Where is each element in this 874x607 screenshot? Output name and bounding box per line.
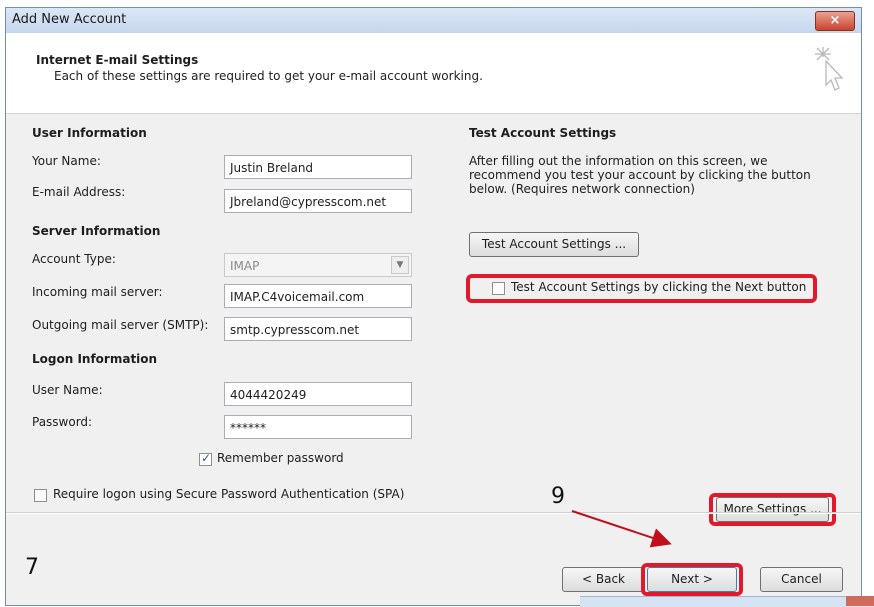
- add-account-dialog: Add New Account × Internet E-mail Settin…: [5, 7, 862, 606]
- window-title: Add New Account: [12, 12, 127, 27]
- account-type-label: Account Type:: [32, 252, 116, 266]
- next-button[interactable]: Next >: [647, 567, 737, 592]
- background-close-icon: [846, 596, 874, 606]
- incoming-server-label: Incoming mail server:: [32, 285, 163, 299]
- email-address-label: E-mail Address:: [32, 185, 126, 199]
- outgoing-server-field[interactable]: smtp.cypresscom.net: [224, 317, 412, 341]
- test-account-settings-button[interactable]: Test Account Settings ...: [469, 232, 639, 257]
- spa-checkbox[interactable]: [34, 489, 47, 502]
- test-on-next-label: Test Account Settings by clicking the Ne…: [511, 280, 807, 294]
- dialog-header: Internet E-mail Settings Each of these s…: [6, 33, 861, 114]
- page-title: Internet E-mail Settings: [36, 53, 199, 67]
- background-window-edge: [580, 596, 874, 607]
- incoming-server-field[interactable]: IMAP.C4voicemail.com: [224, 284, 412, 308]
- user-information-heading: User Information: [32, 126, 147, 140]
- account-type-select[interactable]: IMAP ▼: [224, 253, 412, 277]
- close-button[interactable]: ×: [815, 11, 855, 31]
- cancel-button[interactable]: Cancel: [760, 567, 843, 592]
- step-7-annotation: 7: [25, 555, 39, 580]
- logon-information-heading: Logon Information: [32, 352, 158, 366]
- back-button[interactable]: < Back: [562, 567, 645, 592]
- test-on-next-checkbox[interactable]: [492, 282, 505, 295]
- title-bar: Add New Account ×: [6, 8, 861, 33]
- account-type-value: IMAP: [230, 259, 260, 273]
- cursor-sparkle-icon: [815, 47, 844, 91]
- email-address-field[interactable]: Jbreland@cypresscom.net: [224, 189, 412, 213]
- user-name-label: User Name:: [32, 383, 103, 397]
- test-settings-heading: Test Account Settings: [469, 126, 617, 140]
- spa-label: Require logon using Secure Password Auth…: [53, 487, 405, 501]
- password-label: Password:: [32, 415, 93, 429]
- remember-password-checkbox[interactable]: [199, 451, 212, 466]
- more-settings-button[interactable]: More Settings ...: [716, 497, 829, 522]
- outgoing-server-label: Outgoing mail server (SMTP):: [32, 318, 209, 332]
- your-name-label: Your Name:: [32, 154, 101, 168]
- user-name-field[interactable]: 4044420249: [224, 382, 412, 406]
- server-information-heading: Server Information: [32, 224, 161, 238]
- your-name-field[interactable]: Justin Breland: [224, 155, 412, 179]
- page-subtitle: Each of these settings are required to g…: [54, 69, 483, 83]
- password-field[interactable]: ******: [224, 415, 412, 439]
- test-settings-description: After filling out the information on thi…: [469, 154, 811, 196]
- red-arrow-annotation: [571, 510, 672, 548]
- remember-password-label: Remember password: [217, 451, 344, 465]
- chevron-down-icon: ▼: [391, 256, 409, 274]
